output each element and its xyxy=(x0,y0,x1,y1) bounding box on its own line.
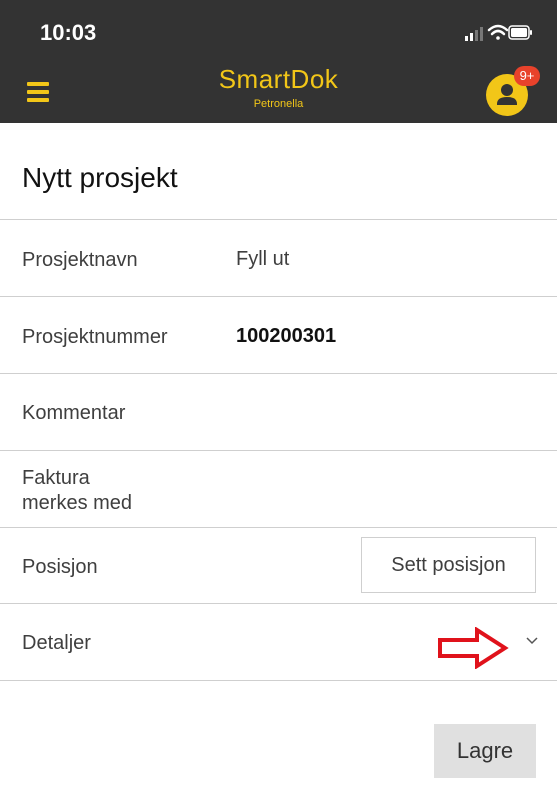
project-name-row: Prosjektnavn Fyll ut xyxy=(0,219,557,296)
project-name-input[interactable]: Fyll ut xyxy=(236,248,289,271)
project-number-label: Prosjektnummer xyxy=(22,326,168,348)
app-header: 10:03 SmartDok Petronella 9+ xyxy=(0,0,557,123)
chevron-down-icon[interactable] xyxy=(524,632,540,648)
project-number-value[interactable]: 100200301 xyxy=(236,325,336,348)
save-button[interactable]: Lagre xyxy=(434,724,536,778)
arrow-right-icon xyxy=(438,627,509,669)
details-label: Detaljer xyxy=(22,632,91,654)
notification-badge: 9+ xyxy=(514,66,540,86)
app-logo: SmartDok xyxy=(218,64,339,94)
set-position-button[interactable]: Sett posisjon xyxy=(361,537,536,593)
battery-icon xyxy=(508,25,532,40)
comment-label: Kommentar xyxy=(22,402,126,424)
page-title: Nytt prosjekt xyxy=(22,162,178,193)
invoice-marking-row[interactable]: Faktura merkes med xyxy=(0,450,557,527)
status-time: 10:03 xyxy=(40,20,97,45)
status-icons xyxy=(465,22,533,44)
signal-icon xyxy=(465,27,483,41)
wifi-icon xyxy=(487,24,509,40)
position-label: Posisjon xyxy=(22,556,98,578)
company-name: Petronella xyxy=(253,98,304,110)
invoice-marking-label-line2: merkes med xyxy=(22,492,133,514)
invoice-marking-label-line1: Faktura xyxy=(22,467,90,489)
project-name-label: Prosjektnavn xyxy=(22,249,138,271)
comment-row[interactable]: Kommentar xyxy=(0,373,557,450)
project-number-row: Prosjektnummer 100200301 xyxy=(0,296,557,373)
